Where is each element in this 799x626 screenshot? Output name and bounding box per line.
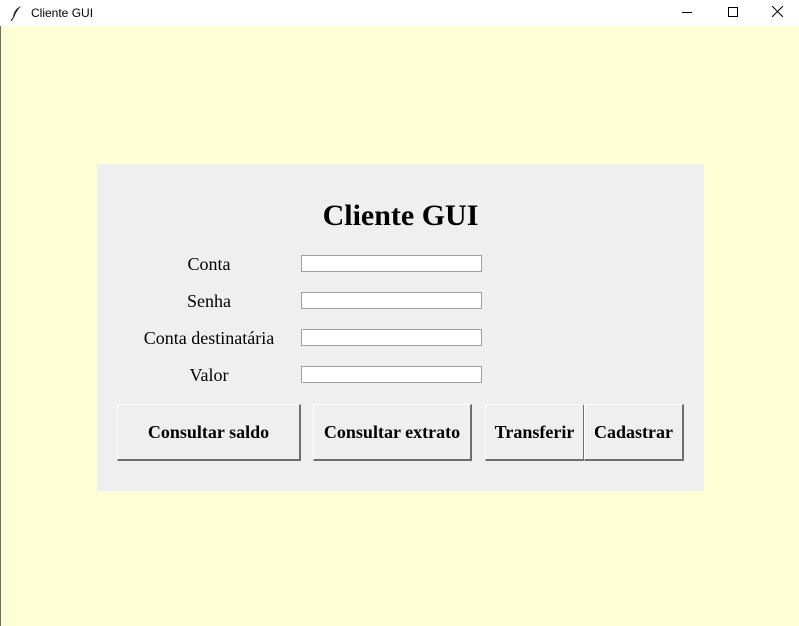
conta-input[interactable]	[301, 255, 482, 272]
senha-label: Senha	[187, 291, 231, 311]
senha-input[interactable]	[301, 292, 482, 309]
close-button[interactable]	[754, 0, 799, 26]
maximize-button[interactable]	[710, 0, 756, 26]
window-border	[0, 26, 1, 626]
close-icon	[771, 4, 783, 22]
feather-icon	[10, 5, 24, 22]
minimize-button[interactable]	[664, 0, 710, 26]
conta-label: Conta	[187, 254, 231, 274]
maximize-icon	[728, 4, 738, 22]
form-heading: Cliente GUI	[322, 199, 479, 232]
cadastrar-button[interactable]: Cadastrar	[584, 404, 684, 461]
conta-destinataria-input[interactable]	[301, 329, 482, 346]
valor-input[interactable]	[301, 366, 482, 383]
title-bar[interactable]: Cliente GUI	[0, 0, 799, 26]
conta-destinataria-label: Conta destinatária	[143, 328, 275, 348]
valor-label: Valor	[189, 365, 229, 385]
minimize-icon	[682, 4, 692, 22]
client-form-panel: Cliente GUI Conta Senha Conta destinatár…	[97, 164, 704, 491]
window-title: Cliente GUI	[31, 6, 94, 20]
consultar-extrato-button[interactable]: Consultar extrato	[313, 404, 472, 461]
consultar-saldo-button[interactable]: Consultar saldo	[117, 404, 301, 461]
transferir-button[interactable]: Transferir	[485, 404, 585, 461]
